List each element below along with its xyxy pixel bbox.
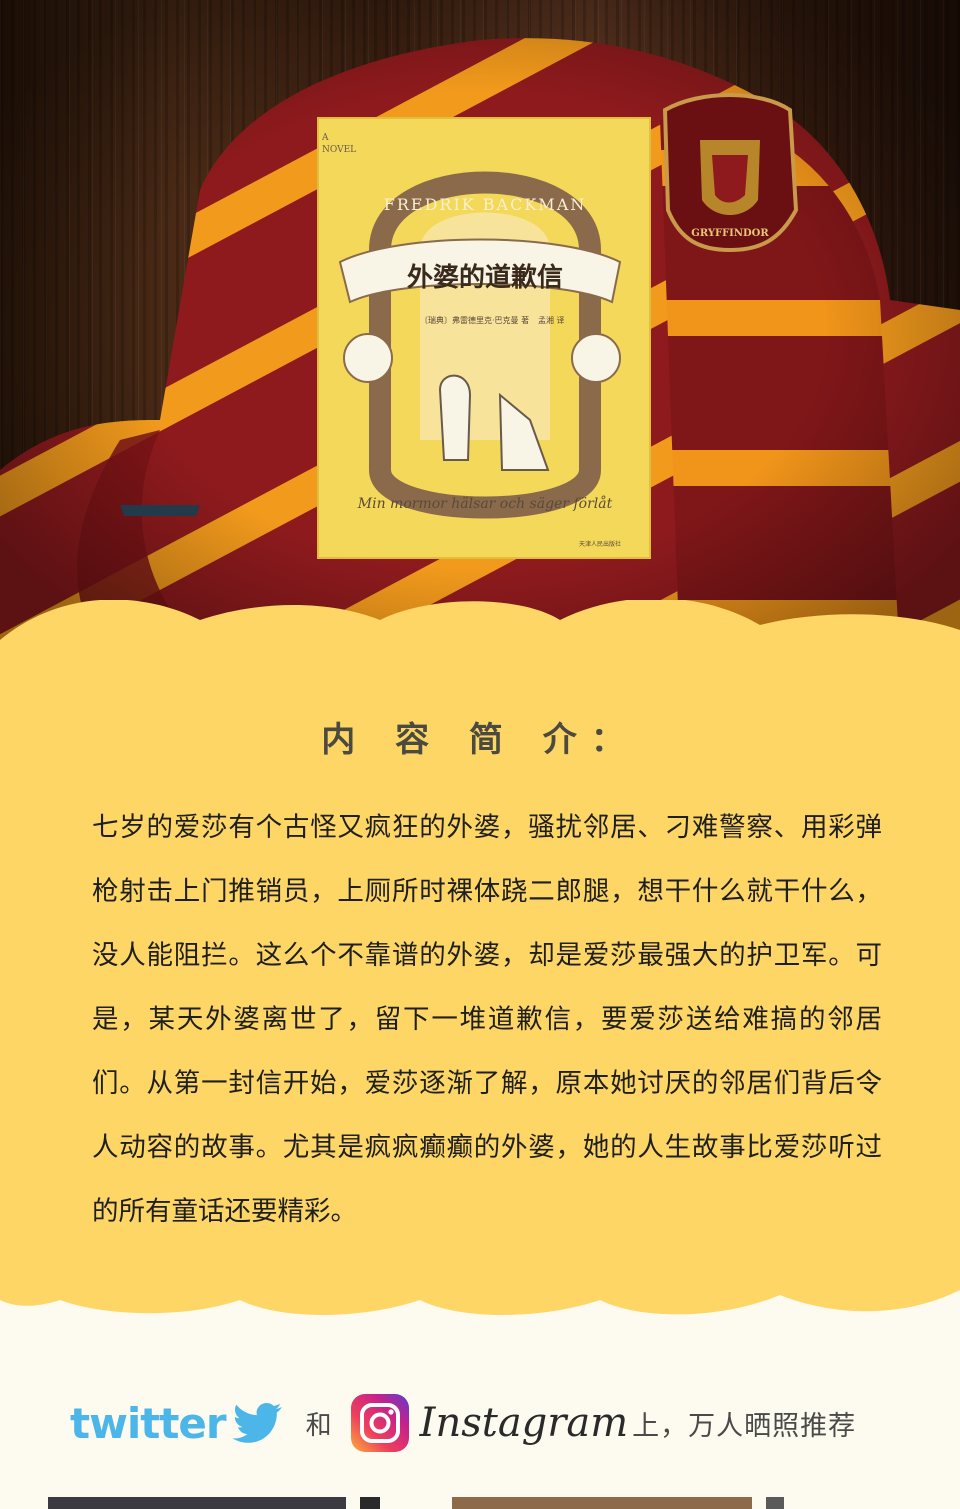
book-author: FREDRIK BACKMAN: [384, 195, 587, 214]
twitter-wordmark: twitter: [70, 1398, 227, 1448]
thumbnail-photo[interactable]: [452, 1497, 752, 1509]
hero-photo: A NOVEL FREDRIK BACKMAN 外婆的道歉信 〔瑞典〕弗雷德里克…: [0, 0, 960, 660]
badge-label: GRYFFINDOR: [691, 228, 769, 239]
recommend-text: 上，万人晒照推荐: [632, 1410, 857, 1442]
gryffindor-crest-icon: GRYFFINDOR: [662, 93, 799, 253]
instagram-wordmark: Instagram: [419, 1400, 629, 1446]
thumbnail-photo[interactable]: [766, 1497, 784, 1509]
thumbnail-photo[interactable]: [360, 1497, 380, 1509]
book-novel-tag-a: A: [321, 133, 329, 143]
intro-heading: 内 容 简 介：: [321, 720, 639, 760]
hero-illustration: A NOVEL FREDRIK BACKMAN 外婆的道歉信 〔瑞典〕弗雷德里克…: [0, 0, 960, 660]
book-novel-tag-b: NOVEL: [322, 145, 356, 155]
intro-panel: 内 容 简 介： 七岁的爱莎有个古怪又疯狂的外婆，骚扰邻居、刁难警察、用彩弹枪射…: [0, 600, 960, 1320]
intro-paragraph: 七岁的爱莎有个古怪又疯狂的外婆，骚扰邻居、刁难警察、用彩弹枪射击上门推销员，上厕…: [92, 812, 882, 1227]
twitter-bird-icon: [232, 1403, 282, 1443]
book-cover: A NOVEL FREDRIK BACKMAN 外婆的道歉信 〔瑞典〕弗雷德里克…: [317, 117, 651, 559]
book-title: 外婆的道歉信: [407, 262, 563, 293]
instagram-icon: [350, 1394, 409, 1452]
book-credit-line: 〔瑞典〕弗雷德里克·巴克曼 著: [420, 315, 529, 325]
book-publisher: 天津人民出版社: [579, 540, 621, 548]
thumbnail-photo[interactable]: [48, 1497, 346, 1509]
photo-thumbnails-row: [0, 1497, 960, 1509]
book-translator: 孟湘 译: [538, 315, 565, 325]
social-recommendation-strip: twitter 和 Instagram 上，万人晒照推荐: [70, 1388, 900, 1458]
and-label: 和: [305, 1410, 332, 1441]
book-swedish-title: Min mormor hälsar och säger förlåt: [357, 495, 613, 512]
